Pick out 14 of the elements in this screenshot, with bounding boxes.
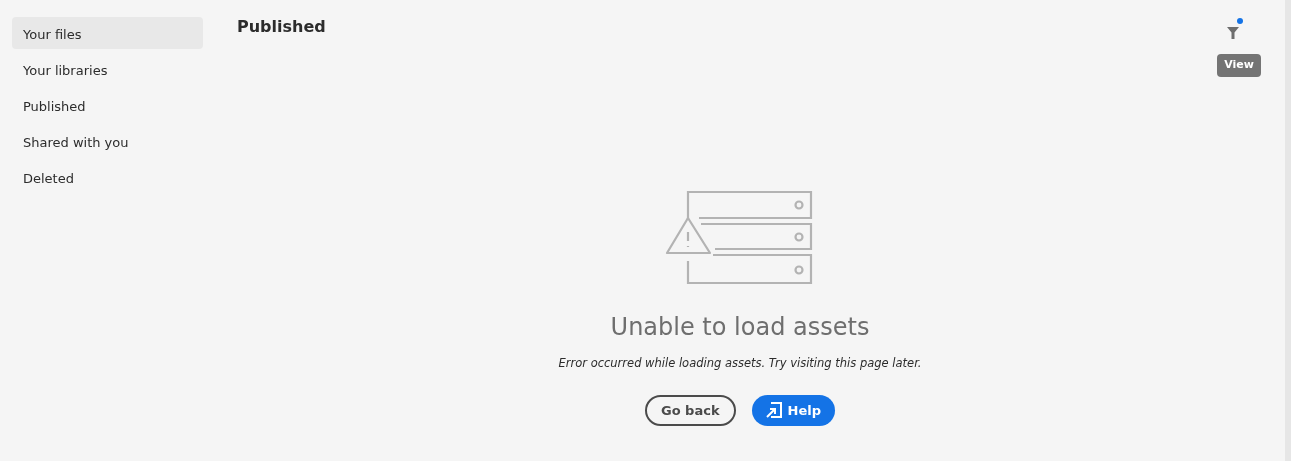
sidebar-item[interactable]: Deleted — [12, 161, 203, 193]
tooltip: View — [1217, 54, 1261, 77]
sidebar-item[interactable]: Shared with you — [12, 125, 203, 157]
external-link-icon — [765, 402, 782, 419]
filter-icon — [1226, 26, 1240, 40]
help-button[interactable]: Help — [751, 394, 835, 427]
sidebar-item[interactable]: Your libraries — [12, 53, 203, 85]
error-heading: Unable to load assets — [610, 312, 870, 342]
server-warning-icon — [665, 188, 815, 287]
sidebar-item[interactable]: Your files — [12, 17, 203, 49]
sidebar-item[interactable]: Published — [12, 89, 203, 121]
error-message: Error occurred while loading assets. Try visiting this page later. — [558, 355, 922, 373]
back-button[interactable]: Go back — [645, 394, 736, 427]
page-title: Published — [237, 17, 326, 37]
